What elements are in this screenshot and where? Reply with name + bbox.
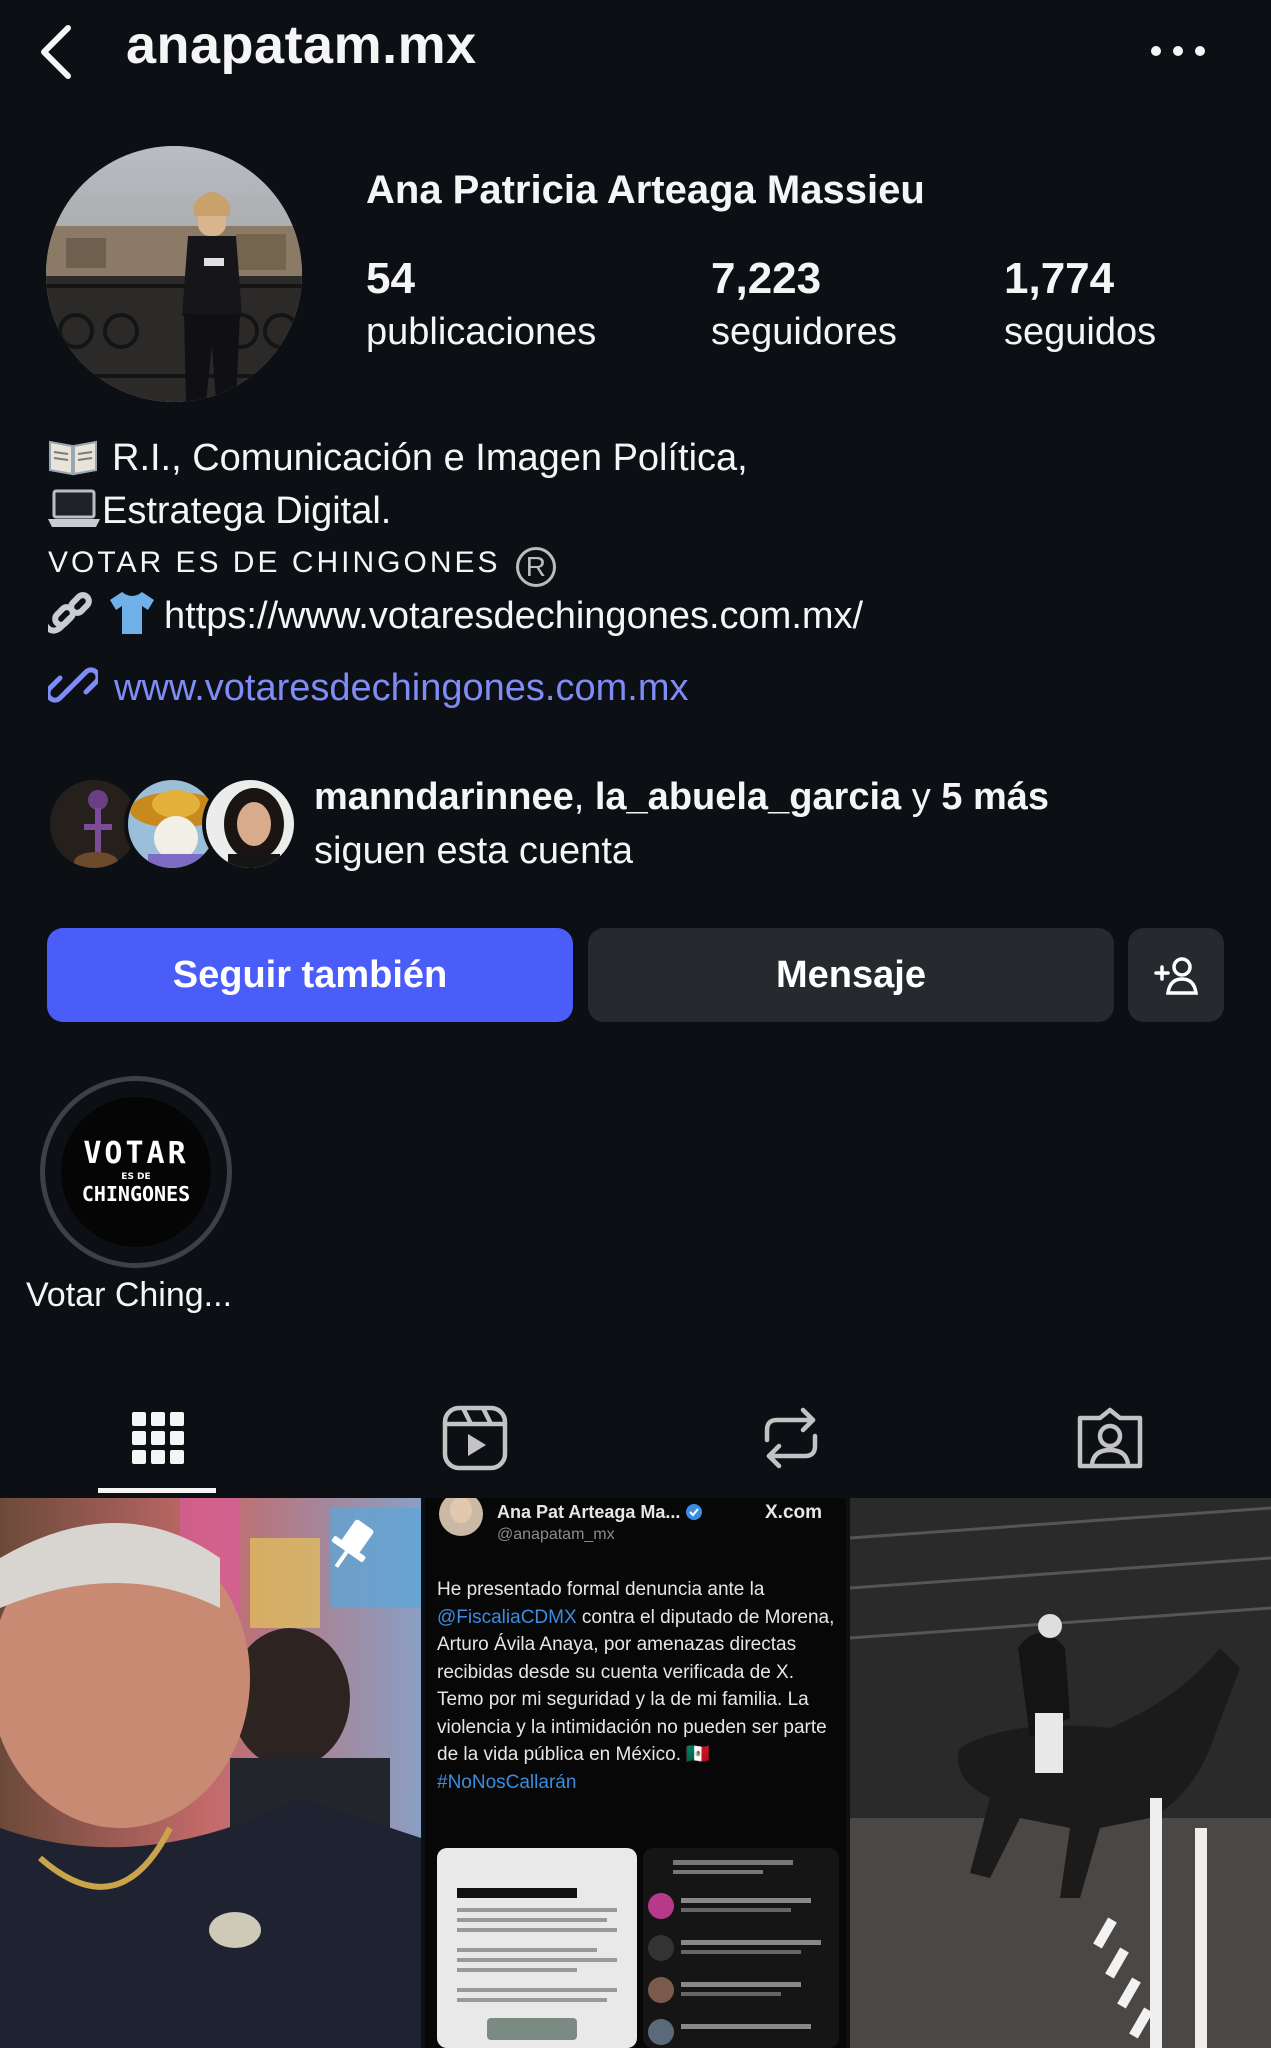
verified-icon — [686, 1504, 703, 1520]
stat-followers[interactable]: 7,223 seguidores — [711, 252, 897, 358]
laptop-icon — [48, 489, 100, 527]
followed-by-text[interactable]: manndarinnee, la_abuela_garcia y 5 más s… — [314, 770, 1049, 878]
profile-tabs — [0, 1380, 1271, 1496]
tweet-text: He presentado formal denuncia ante la @F… — [437, 1579, 835, 1793]
separator: , — [573, 776, 595, 818]
highlight-label[interactable]: Votar Ching... — [26, 1276, 232, 1315]
tagged-user-icon — [1077, 1407, 1143, 1469]
stat-following-count: 1,774 — [1004, 254, 1115, 303]
cover-text-bottom: CHINGONES — [82, 1182, 190, 1206]
tweet-mention: @FiscaliaCDMX — [437, 1606, 577, 1628]
stat-following-label: seguidos — [1004, 311, 1157, 353]
messages-screenshot — [643, 1848, 839, 2048]
profile-link[interactable]: www.votaresdechingones.com.mx — [48, 660, 688, 710]
reels-icon — [442, 1405, 508, 1471]
bio-text-1: R.I., Comunicación e Imagen Política, — [112, 437, 748, 479]
full-name: Ana Patricia Arteaga Massieu — [366, 168, 925, 212]
stat-followers-label: seguidores — [711, 311, 897, 353]
profile-bio: R.I., Comunicación e Imagen Política, Es… — [48, 432, 1228, 643]
tab-reposts[interactable] — [731, 1380, 851, 1496]
stat-followers-count: 7,223 — [711, 254, 822, 303]
stat-posts-count: 54 — [366, 254, 415, 303]
profile-username: anapatam.mx — [126, 15, 477, 75]
bio-text-4: https://www.votaresdechingones.com.mx/ — [164, 595, 864, 637]
tweet-screenshot: Ana Pat Arteaga Ma... @anapatam_mx X.com… — [425, 1498, 846, 2048]
avatar — [439, 1498, 483, 1536]
document-image — [437, 1848, 637, 2048]
back-arrow-icon[interactable] — [34, 20, 82, 84]
suggested-users-button[interactable] — [1128, 928, 1224, 1022]
cover-text-top: VOTAR — [83, 1136, 188, 1171]
link-icon — [48, 667, 98, 703]
active-tab-indicator — [98, 1488, 216, 1493]
more-options-icon[interactable] — [1146, 36, 1210, 66]
followed-by-line-2: siguen esta cuenta — [314, 830, 634, 872]
tshirt-icon — [110, 592, 154, 634]
follow-back-button[interactable]: Seguir también — [47, 928, 573, 1022]
avatar — [202, 776, 298, 872]
tweet-source: X.com — [765, 1502, 823, 1523]
post-thumbnail-1[interactable] — [0, 1498, 421, 2048]
stat-following[interactable]: 1,774 seguidos — [1004, 252, 1156, 358]
cover-text-mid: ES DE — [121, 1172, 150, 1182]
tweet-hashtag: #NoNosCallarán — [437, 1771, 577, 1793]
tweet-handle: @anapatam_mx — [497, 1526, 615, 1543]
tweet-author: Ana Pat Arteaga Ma... — [497, 1502, 703, 1523]
conjunction: y — [901, 776, 942, 818]
tab-reels[interactable] — [415, 1380, 535, 1496]
mutual-followers-avatars[interactable] — [46, 776, 298, 872]
stat-posts[interactable]: 54 publicaciones — [366, 252, 596, 358]
bio-line-2: Estratega Digital. — [48, 485, 1228, 538]
bio-text-3: VOTAR ES DE CHINGONES — [48, 546, 501, 579]
followed-by-line-1: manndarinnee, la_abuela_garcia y 5 más — [314, 770, 1049, 824]
registered-mark: R — [515, 547, 556, 587]
bio-line-1: R.I., Comunicación e Imagen Política, — [48, 432, 1228, 485]
profile-link-text: www.votaresdechingones.com.mx — [114, 667, 689, 709]
posts-grid: Ana Pat Arteaga Ma... @anapatam_mx X.com… — [0, 1498, 1271, 2048]
bio-line-3: VOTAR ES DE CHINGONES R — [48, 538, 1228, 588]
mutual-user-1[interactable]: manndarinnee — [314, 776, 574, 818]
highlight-cover: VOTAR ES DE CHINGONES — [61, 1097, 211, 1247]
open-book-icon — [49, 440, 97, 476]
profile-avatar[interactable] — [46, 146, 302, 402]
grid-icon — [132, 1412, 184, 1464]
tab-posts-grid[interactable] — [98, 1380, 218, 1496]
tab-tagged[interactable] — [1050, 1380, 1170, 1496]
message-button[interactable]: Mensaje — [588, 928, 1114, 1022]
repost-icon — [764, 1407, 818, 1469]
chain-link-icon — [48, 592, 92, 634]
stat-posts-label: publicaciones — [366, 311, 597, 353]
add-person-icon — [1154, 957, 1199, 995]
bio-text-2: Estratega Digital. — [102, 490, 392, 532]
bio-line-4: https://www.votaresdechingones.com.mx/ — [48, 588, 1228, 643]
mutual-user-2[interactable]: la_abuela_garcia — [595, 776, 901, 818]
story-highlight[interactable]: VOTAR ES DE CHINGONES — [40, 1076, 232, 1268]
mutual-more[interactable]: 5 más — [941, 776, 1049, 818]
post-thumbnail-2[interactable]: Ana Pat Arteaga Ma... @anapatam_mx X.com… — [425, 1498, 846, 2048]
top-bar: anapatam.mx — [0, 0, 1271, 104]
post-thumbnail-3[interactable] — [850, 1498, 1271, 2048]
